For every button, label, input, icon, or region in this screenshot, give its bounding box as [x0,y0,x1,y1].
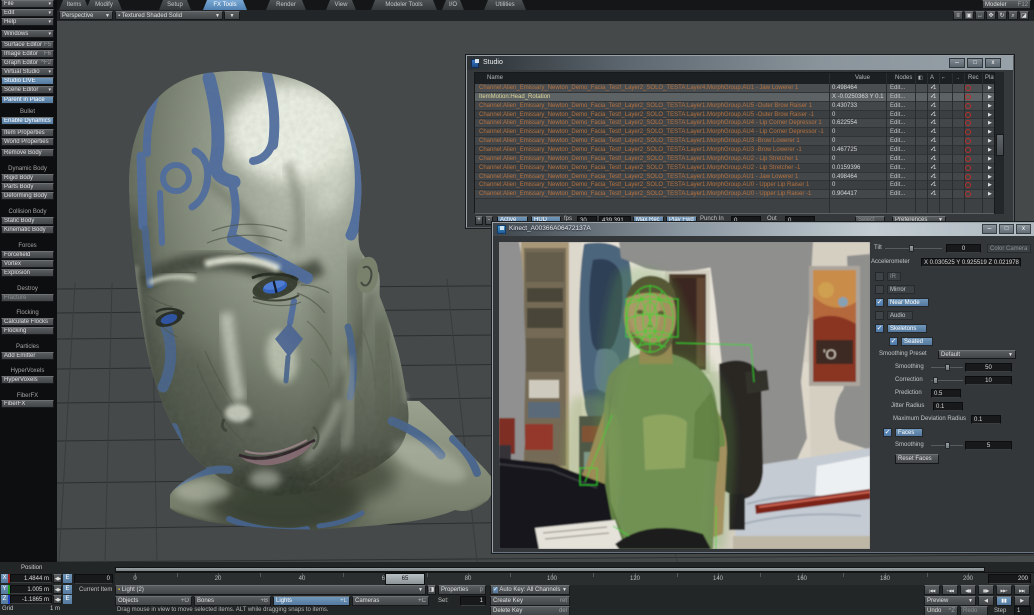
svg-text:'O: 'O [823,346,837,362]
